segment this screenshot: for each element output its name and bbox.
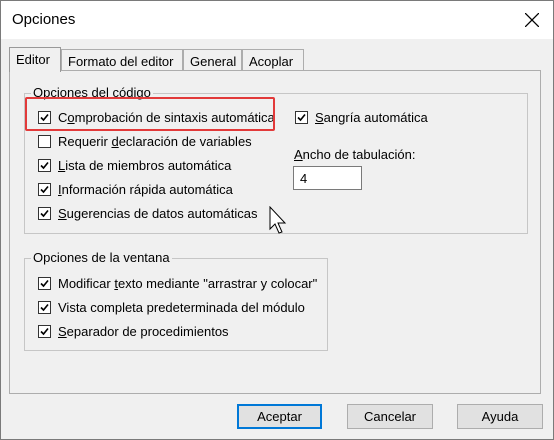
- help-button[interactable]: Ayuda: [457, 404, 543, 429]
- dialog-title: Opciones: [12, 11, 76, 28]
- close-button[interactable]: [517, 5, 547, 35]
- checkbox-box[interactable]: [38, 207, 51, 220]
- checkmark-icon: [297, 113, 306, 122]
- checkbox-label: Modificar texto mediante "arrastrar y co…: [58, 276, 318, 291]
- checkbox-box[interactable]: [38, 277, 51, 290]
- close-icon: [525, 13, 539, 27]
- tab-width-label: Ancho de tabulación:: [294, 147, 416, 162]
- checkbox-box[interactable]: [38, 183, 51, 196]
- tab-acoplar[interactable]: Acoplar: [242, 49, 304, 70]
- tab-width-input[interactable]: [293, 166, 362, 190]
- checkmark-icon: [40, 185, 49, 194]
- checkbox-label: Separador de procedimientos: [58, 324, 229, 339]
- options-dialog: Opciones Editor Formato del editor Gener…: [0, 0, 554, 440]
- tab-label: Editor: [16, 52, 50, 67]
- checkbox-box[interactable]: [38, 301, 51, 314]
- cancel-button[interactable]: Cancelar: [347, 404, 433, 429]
- checkmark-icon: [40, 209, 49, 218]
- tab-label: General: [190, 54, 237, 69]
- tab-editor[interactable]: Editor: [9, 47, 61, 72]
- checkbox-box[interactable]: [38, 159, 51, 172]
- tab-formato-del-editor[interactable]: Formato del editor: [61, 49, 183, 70]
- checkbox-label: Sangría automática: [315, 110, 428, 125]
- checkbox-label: Lista de miembros automática: [58, 158, 232, 173]
- checkbox-box[interactable]: [38, 135, 51, 148]
- tab-label: Acoplar: [249, 54, 294, 69]
- checkbox-label: Sugerencias de datos automáticas: [58, 206, 258, 221]
- checkbox-label: Requerir declaración de variables: [58, 134, 252, 149]
- checkmark-icon: [40, 161, 49, 170]
- tab-general[interactable]: General: [183, 49, 242, 70]
- accept-button[interactable]: Aceptar: [237, 404, 322, 429]
- checkmark-icon: [40, 279, 49, 288]
- highlight-annotation: [25, 97, 275, 131]
- checkbox-box[interactable]: [295, 111, 308, 124]
- checkbox-label: Vista completa predeterminada del módulo: [58, 300, 305, 315]
- checkbox-box[interactable]: [38, 325, 51, 338]
- title-bar: Opciones: [1, 1, 553, 39]
- checkmark-icon: [40, 327, 49, 336]
- group-title: Opciones de la ventana: [31, 250, 172, 265]
- mouse-pointer-icon: [269, 206, 287, 234]
- tab-label: Formato del editor: [68, 54, 174, 69]
- checkmark-icon: [40, 303, 49, 312]
- checkbox-label: Información rápida automática: [58, 182, 233, 197]
